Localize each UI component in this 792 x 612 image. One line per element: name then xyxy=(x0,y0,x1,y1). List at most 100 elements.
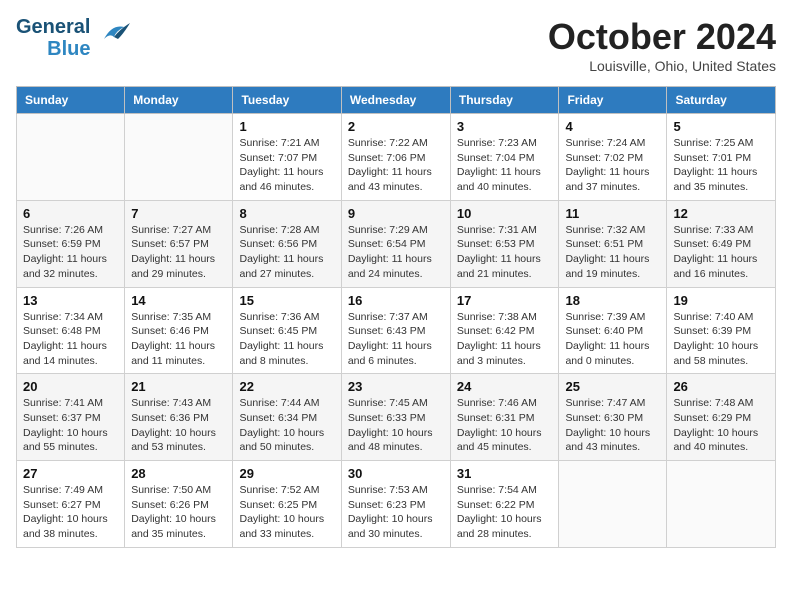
calendar-day-cell: 17 Sunrise: 7:38 AM Sunset: 6:42 PM Dayli… xyxy=(450,287,559,374)
day-info: Sunrise: 7:40 AM Sunset: 6:39 PM Dayligh… xyxy=(673,310,769,369)
day-number: 16 xyxy=(348,293,444,308)
day-info: Sunrise: 7:43 AM Sunset: 6:36 PM Dayligh… xyxy=(131,396,226,455)
day-info: Sunrise: 7:33 AM Sunset: 6:49 PM Dayligh… xyxy=(673,223,769,282)
day-info: Sunrise: 7:39 AM Sunset: 6:40 PM Dayligh… xyxy=(565,310,660,369)
calendar-day-cell: 26 Sunrise: 7:48 AM Sunset: 6:29 PM Dayli… xyxy=(667,374,776,461)
day-info: Sunrise: 7:21 AM Sunset: 7:07 PM Dayligh… xyxy=(239,136,334,195)
calendar-day-cell: 14Sunrise: 7:35 AM Sunset: 6:46 PM Dayli… xyxy=(125,287,233,374)
logo-blue: Blue xyxy=(47,38,90,60)
day-number: 23 xyxy=(348,379,444,394)
location: Louisville, Ohio, United States xyxy=(548,58,776,74)
calendar-week-row: 27 Sunrise: 7:49 AM Sunset: 6:27 PM Dayli… xyxy=(17,461,776,548)
calendar-week-row: 1 Sunrise: 7:21 AM Sunset: 7:07 PM Daylig… xyxy=(17,114,776,201)
day-number: 5 xyxy=(673,119,769,134)
day-info: Sunrise: 7:32 AM Sunset: 6:51 PM Dayligh… xyxy=(565,223,660,282)
day-info: Sunrise: 7:52 AM Sunset: 6:25 PM Dayligh… xyxy=(239,483,334,542)
day-info: Sunrise: 7:48 AM Sunset: 6:29 PM Dayligh… xyxy=(673,396,769,455)
calendar-day-cell: 7Sunrise: 7:27 AM Sunset: 6:57 PM Daylig… xyxy=(125,200,233,287)
day-info: Sunrise: 7:47 AM Sunset: 6:30 PM Dayligh… xyxy=(565,396,660,455)
day-number: 27 xyxy=(23,466,118,481)
calendar-day-cell: 23 Sunrise: 7:45 AM Sunset: 6:33 PM Dayli… xyxy=(341,374,450,461)
day-number: 10 xyxy=(457,206,553,221)
calendar-day-cell: 31 Sunrise: 7:54 AM Sunset: 6:22 PM Dayli… xyxy=(450,461,559,548)
day-number: 2 xyxy=(348,119,444,134)
month-title: October 2024 xyxy=(548,16,776,58)
calendar-day-cell: 19 Sunrise: 7:40 AM Sunset: 6:39 PM Dayli… xyxy=(667,287,776,374)
logo-bird-icon xyxy=(94,19,132,49)
calendar-day-cell: 2 Sunrise: 7:22 AM Sunset: 7:06 PM Daylig… xyxy=(341,114,450,201)
logo-general: General xyxy=(16,16,90,38)
page-header: General Blue October 2024 Louisville, Oh… xyxy=(16,16,776,74)
day-info: Sunrise: 7:45 AM Sunset: 6:33 PM Dayligh… xyxy=(348,396,444,455)
day-number: 24 xyxy=(457,379,553,394)
day-info: Sunrise: 7:28 AM Sunset: 6:56 PM Dayligh… xyxy=(239,223,334,282)
calendar-day-cell: 28Sunrise: 7:50 AM Sunset: 6:26 PM Dayli… xyxy=(125,461,233,548)
day-number: 18 xyxy=(565,293,660,308)
day-info: Sunrise: 7:36 AM Sunset: 6:45 PM Dayligh… xyxy=(239,310,334,369)
day-number: 20 xyxy=(23,379,118,394)
calendar-day-cell: 20Sunrise: 7:41 AM Sunset: 6:37 PM Dayli… xyxy=(17,374,125,461)
day-info: Sunrise: 7:49 AM Sunset: 6:27 PM Dayligh… xyxy=(23,483,118,542)
calendar-day-cell: 25 Sunrise: 7:47 AM Sunset: 6:30 PM Dayli… xyxy=(559,374,667,461)
day-number: 19 xyxy=(673,293,769,308)
day-of-week-header: Monday xyxy=(125,87,233,114)
calendar-day-cell: 5Sunrise: 7:25 AM Sunset: 7:01 PM Daylig… xyxy=(667,114,776,201)
day-number: 26 xyxy=(673,379,769,394)
day-number: 15 xyxy=(239,293,334,308)
day-number: 9 xyxy=(348,206,444,221)
day-number: 22 xyxy=(239,379,334,394)
day-info: Sunrise: 7:23 AM Sunset: 7:04 PM Dayligh… xyxy=(457,136,553,195)
calendar-day-cell: 21 Sunrise: 7:43 AM Sunset: 6:36 PM Dayli… xyxy=(125,374,233,461)
calendar-day-cell: 18 Sunrise: 7:39 AM Sunset: 6:40 PM Dayli… xyxy=(559,287,667,374)
day-info: Sunrise: 7:29 AM Sunset: 6:54 PM Dayligh… xyxy=(348,223,444,282)
calendar-week-row: 6Sunrise: 7:26 AM Sunset: 6:59 PM Daylig… xyxy=(17,200,776,287)
day-info: Sunrise: 7:38 AM Sunset: 6:42 PM Dayligh… xyxy=(457,310,553,369)
day-number: 25 xyxy=(565,379,660,394)
day-number: 17 xyxy=(457,293,553,308)
calendar-day-cell xyxy=(667,461,776,548)
calendar-day-cell xyxy=(17,114,125,201)
day-number: 4 xyxy=(565,119,660,134)
calendar-day-cell: 1 Sunrise: 7:21 AM Sunset: 7:07 PM Daylig… xyxy=(233,114,341,201)
day-info: Sunrise: 7:50 AM Sunset: 6:26 PM Dayligh… xyxy=(131,483,226,542)
day-number: 31 xyxy=(457,466,553,481)
day-number: 14 xyxy=(131,293,226,308)
day-info: Sunrise: 7:34 AM Sunset: 6:48 PM Dayligh… xyxy=(23,310,118,369)
day-of-week-header: Sunday xyxy=(17,87,125,114)
day-number: 8 xyxy=(239,206,334,221)
day-of-week-header: Wednesday xyxy=(341,87,450,114)
day-number: 3 xyxy=(457,119,553,134)
calendar-day-cell: 10 Sunrise: 7:31 AM Sunset: 6:53 PM Dayli… xyxy=(450,200,559,287)
day-number: 7 xyxy=(131,206,226,221)
day-info: Sunrise: 7:54 AM Sunset: 6:22 PM Dayligh… xyxy=(457,483,553,542)
day-info: Sunrise: 7:46 AM Sunset: 6:31 PM Dayligh… xyxy=(457,396,553,455)
calendar-day-cell: 30Sunrise: 7:53 AM Sunset: 6:23 PM Dayli… xyxy=(341,461,450,548)
day-number: 12 xyxy=(673,206,769,221)
day-number: 1 xyxy=(239,119,334,134)
calendar-day-cell xyxy=(125,114,233,201)
calendar-day-cell: 8 Sunrise: 7:28 AM Sunset: 6:56 PM Daylig… xyxy=(233,200,341,287)
day-info: Sunrise: 7:31 AM Sunset: 6:53 PM Dayligh… xyxy=(457,223,553,282)
day-number: 29 xyxy=(239,466,334,481)
calendar-table: SundayMondayTuesdayWednesdayThursdayFrid… xyxy=(16,86,776,548)
day-number: 6 xyxy=(23,206,118,221)
calendar-day-cell: 4 Sunrise: 7:24 AM Sunset: 7:02 PM Daylig… xyxy=(559,114,667,201)
day-number: 21 xyxy=(131,379,226,394)
day-info: Sunrise: 7:24 AM Sunset: 7:02 PM Dayligh… xyxy=(565,136,660,195)
calendar-day-cell: 6Sunrise: 7:26 AM Sunset: 6:59 PM Daylig… xyxy=(17,200,125,287)
day-number: 13 xyxy=(23,293,118,308)
calendar-day-cell: 12 Sunrise: 7:33 AM Sunset: 6:49 PM Dayli… xyxy=(667,200,776,287)
title-block: October 2024 Louisville, Ohio, United St… xyxy=(548,16,776,74)
calendar-day-cell: 13 Sunrise: 7:34 AM Sunset: 6:48 PM Dayli… xyxy=(17,287,125,374)
logo: General Blue xyxy=(16,16,132,60)
calendar-day-cell: 29 Sunrise: 7:52 AM Sunset: 6:25 PM Dayli… xyxy=(233,461,341,548)
calendar-day-cell: 3 Sunrise: 7:23 AM Sunset: 7:04 PM Daylig… xyxy=(450,114,559,201)
calendar-day-cell: 16 Sunrise: 7:37 AM Sunset: 6:43 PM Dayli… xyxy=(341,287,450,374)
day-of-week-header: Tuesday xyxy=(233,87,341,114)
day-info: Sunrise: 7:37 AM Sunset: 6:43 PM Dayligh… xyxy=(348,310,444,369)
calendar-day-cell: 15 Sunrise: 7:36 AM Sunset: 6:45 PM Dayli… xyxy=(233,287,341,374)
calendar-day-cell: 27 Sunrise: 7:49 AM Sunset: 6:27 PM Dayli… xyxy=(17,461,125,548)
day-info: Sunrise: 7:22 AM Sunset: 7:06 PM Dayligh… xyxy=(348,136,444,195)
calendar-day-cell: 22Sunrise: 7:44 AM Sunset: 6:34 PM Dayli… xyxy=(233,374,341,461)
day-of-week-header: Friday xyxy=(559,87,667,114)
